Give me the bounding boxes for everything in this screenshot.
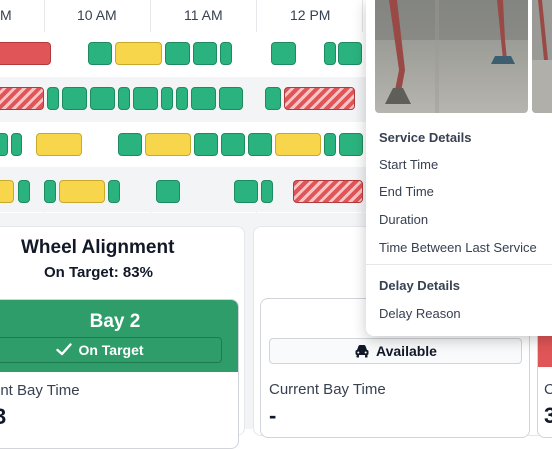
menu-item-start-time[interactable]: Start Time bbox=[379, 157, 438, 172]
time-label-9am: M bbox=[0, 7, 12, 23]
car-icon bbox=[355, 345, 369, 358]
bay-status-text: On Target bbox=[78, 342, 144, 358]
service-details-popup: Service Details Start Time End Time Dura… bbox=[366, 0, 552, 336]
service-block-on-target[interactable] bbox=[194, 133, 218, 156]
service-title: Wheel Alignment bbox=[21, 237, 175, 258]
on-target-percentage: On Target: 83% bbox=[44, 264, 153, 281]
service-block-on-target[interactable] bbox=[161, 87, 173, 110]
service-stats-card: Wheel Alignment On Target: 83% Bay 2 On … bbox=[0, 226, 245, 449]
service-block-on-target[interactable] bbox=[88, 42, 112, 65]
service-block-delayed[interactable] bbox=[284, 87, 355, 110]
menu-item-time-between-last-service[interactable]: Time Between Last Service bbox=[379, 240, 537, 255]
menu-divider bbox=[366, 264, 552, 265]
service-block-on-target[interactable] bbox=[220, 42, 232, 65]
delay-details-header: Delay Details bbox=[379, 278, 460, 293]
service-block-on-target[interactable] bbox=[338, 42, 362, 65]
service-block-on-target[interactable] bbox=[248, 133, 272, 156]
service-photo-image bbox=[375, 0, 528, 113]
bay-status-badge: On Target bbox=[0, 337, 222, 363]
service-block-on-target[interactable] bbox=[193, 42, 217, 65]
service-block-on-target[interactable] bbox=[108, 180, 120, 203]
check-icon bbox=[56, 343, 73, 356]
service-block-delayed[interactable] bbox=[0, 87, 44, 110]
service-block-on-target[interactable] bbox=[44, 180, 56, 203]
time-label-11am: 11 AM bbox=[184, 7, 223, 23]
menu-item-end-time[interactable]: End Time bbox=[379, 184, 434, 199]
service-block-on-target[interactable] bbox=[219, 87, 243, 110]
service-block-on-target[interactable] bbox=[47, 87, 59, 110]
service-block-on-target[interactable] bbox=[133, 87, 158, 110]
service-block-on-target[interactable] bbox=[18, 180, 30, 203]
service-block-on-target[interactable] bbox=[261, 180, 273, 203]
bay-status-badge: Available bbox=[269, 338, 522, 364]
service-block-at-risk[interactable] bbox=[275, 133, 321, 156]
service-block-on-target[interactable] bbox=[156, 180, 180, 203]
service-block-at-risk[interactable] bbox=[59, 180, 105, 203]
service-block-on-target[interactable] bbox=[324, 42, 336, 65]
service-block-on-target[interactable] bbox=[118, 87, 130, 110]
service-block-on-target[interactable] bbox=[191, 87, 216, 110]
service-block-on-target[interactable] bbox=[221, 133, 245, 156]
service-block-on-target[interactable] bbox=[271, 42, 296, 65]
current-bay-time-label: ent Bay Time bbox=[0, 382, 80, 399]
bay-card-header: Bay 2 On Target bbox=[0, 300, 238, 372]
service-details-header: Service Details bbox=[379, 130, 472, 145]
service-block-on-target[interactable] bbox=[265, 87, 281, 110]
time-label-12pm: 12 PM bbox=[290, 7, 331, 23]
service-block-at-risk[interactable] bbox=[145, 133, 191, 156]
service-block-on-target[interactable] bbox=[118, 133, 142, 156]
service-block-on-target[interactable] bbox=[324, 133, 336, 156]
service-block-on-target[interactable] bbox=[11, 133, 22, 156]
service-block-on-target[interactable] bbox=[0, 133, 8, 156]
service-block-delayed[interactable] bbox=[293, 180, 363, 203]
service-block-at-risk[interactable] bbox=[36, 133, 82, 156]
current-bay-time-value: - bbox=[269, 403, 277, 428]
service-block-on-target[interactable] bbox=[234, 180, 258, 203]
service-photo[interactable] bbox=[532, 0, 552, 113]
bay-status-badge bbox=[538, 335, 552, 367]
current-bay-time-value: 3 bbox=[0, 404, 6, 430]
service-block-on-target[interactable] bbox=[339, 133, 363, 156]
service-block-on-target[interactable] bbox=[62, 87, 87, 110]
service-block-on-target[interactable] bbox=[165, 42, 190, 65]
service-block-on-target[interactable] bbox=[176, 87, 188, 110]
service-block-on-target[interactable] bbox=[90, 87, 115, 110]
bay-title: Bay 2 bbox=[89, 311, 141, 332]
bay-status-label: Available bbox=[270, 343, 521, 359]
bay-card[interactable]: Bay 2 On Target ent Bay Time 3 bbox=[0, 299, 239, 449]
service-block-late[interactable] bbox=[0, 42, 51, 65]
current-bay-time-label: Current Bay Time bbox=[269, 381, 386, 398]
current-bay-time-label: C bbox=[544, 381, 552, 398]
time-label-10am: 10 AM bbox=[77, 7, 117, 23]
menu-item-duration[interactable]: Duration bbox=[379, 212, 428, 227]
service-photo-image bbox=[532, 0, 552, 113]
service-photo[interactable] bbox=[375, 0, 528, 113]
current-bay-time-value: 3 bbox=[544, 403, 552, 429]
menu-item-delay-reason[interactable]: Delay Reason bbox=[379, 306, 461, 321]
service-block-at-risk[interactable] bbox=[0, 180, 14, 203]
bay-status-label: On Target bbox=[0, 342, 221, 358]
bay-status-text: Available bbox=[376, 343, 437, 359]
service-block-at-risk[interactable] bbox=[115, 42, 162, 65]
